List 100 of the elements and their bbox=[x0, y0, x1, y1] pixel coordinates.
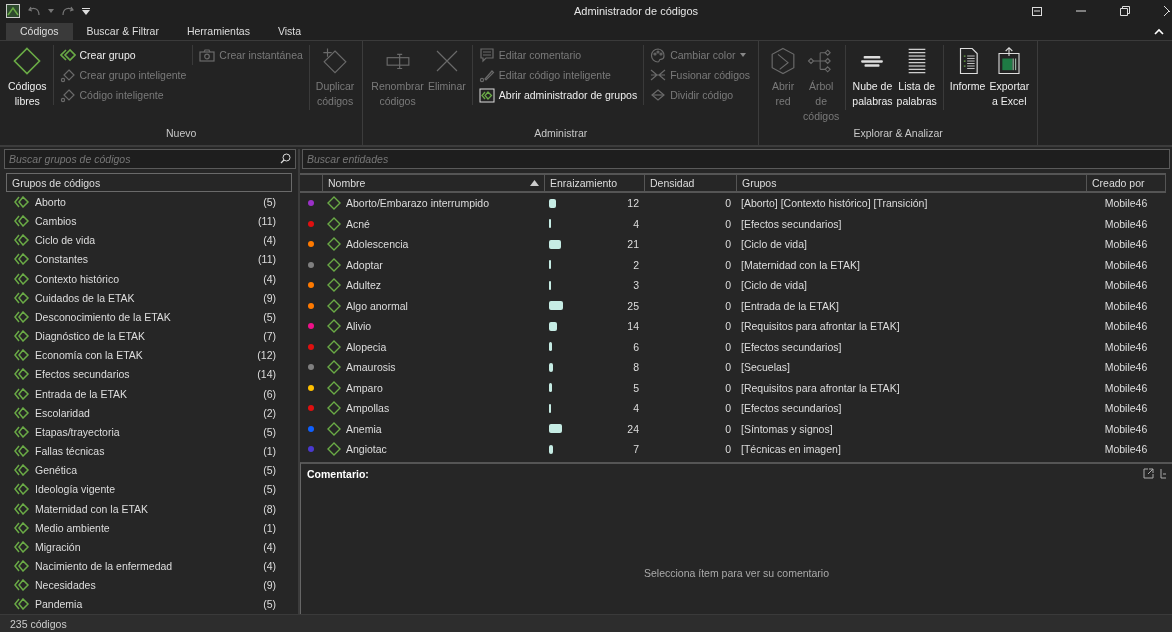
group-count: (5) bbox=[263, 464, 276, 477]
creator-cell-text: Mobile46 bbox=[1103, 443, 1149, 456]
code-group-item[interactable]: Maternidad con la ETAK (8) bbox=[0, 499, 298, 519]
comment-placeholder: Selecciona ítem para ver su comentario bbox=[644, 566, 829, 579]
group-count: (11) bbox=[258, 215, 276, 227]
group-name: Ciclo de vida bbox=[35, 234, 97, 247]
grounded-count: 4 bbox=[633, 217, 639, 230]
code-group-item[interactable]: Constantes (11) bbox=[0, 249, 298, 269]
group-count: (5) bbox=[263, 195, 276, 208]
code-group-item[interactable]: Pandemia (5) bbox=[0, 594, 298, 615]
code-name-cell: Aborto/Embarazo interrumpido bbox=[322, 196, 544, 211]
code-group-item[interactable]: Nacimiento de la enfermedad (4) bbox=[0, 556, 298, 576]
ribbon-button[interactable]: Lista de palabras bbox=[894, 45, 939, 110]
code-group-item[interactable]: Migración (4) bbox=[0, 537, 298, 557]
code-group-item[interactable]: Efectos secundarios (14) bbox=[0, 364, 298, 384]
code-name-cell: Algo anormal bbox=[322, 298, 544, 313]
grounded-count: 5 bbox=[633, 381, 639, 394]
ribbon-button[interactable]: Informe bbox=[947, 45, 988, 110]
search-field[interactable]: Buscar entidades bbox=[302, 149, 1170, 169]
group-count: (6) bbox=[263, 387, 276, 400]
ribbon-button[interactable]: Exportar a Excel bbox=[987, 45, 1032, 110]
density-cell-text: 0 bbox=[724, 361, 732, 374]
column-header[interactable]: Densidad bbox=[644, 175, 736, 191]
code-row[interactable]: Anemia 24 0 [Síntomas y signos] Mobile46 bbox=[300, 418, 1166, 439]
code-group-item[interactable]: Entrada de la ETAK (6) bbox=[0, 383, 298, 404]
group-count: (4) bbox=[263, 272, 276, 285]
group-name: Pandemia bbox=[35, 598, 84, 611]
code-group-item[interactable]: Medio ambiente (1) bbox=[0, 518, 298, 538]
column-header[interactable]: Nombre bbox=[322, 175, 544, 191]
ribbon-button[interactable]: Códigos libres bbox=[6, 45, 49, 110]
code-row[interactable]: Alivio 14 0 [Requisitos para afrontar la ETAK] Mobile46 bbox=[300, 316, 1166, 337]
creator-cell-text: Mobile46 bbox=[1103, 402, 1149, 415]
code-name-cell: Adoptar bbox=[322, 257, 544, 272]
density-cell-text: 0 bbox=[724, 443, 732, 456]
grounded-count: 25 bbox=[627, 299, 639, 312]
ribbon-button[interactable]: Abrir administrador de grupos bbox=[476, 85, 640, 105]
code-group-item[interactable]: Contexto histórico (4) bbox=[0, 268, 298, 289]
code-group-item[interactable]: Economía con la ETAK (12) bbox=[0, 345, 298, 365]
density-cell-text: 0 bbox=[724, 238, 732, 251]
groups-cell-text: [Ciclo de vida] bbox=[740, 238, 808, 251]
code-group-item[interactable]: Desconocimiento de la ETAK (5) bbox=[0, 307, 298, 327]
code-row[interactable]: Algo anormal 25 0 [Entrada de la ETAK] Mobile46 bbox=[300, 295, 1166, 316]
ribbon-group-label: Administrar bbox=[533, 127, 589, 141]
ribbon-button[interactable]: Crear grupo bbox=[57, 45, 189, 65]
code-row[interactable]: Acné 4 0 [Efectos secundarios] Mobile46 bbox=[300, 213, 1166, 234]
groups-cell-text: [Técnicas en imagen] bbox=[740, 443, 842, 456]
code-row[interactable]: Amaurosis 8 0 [Secuelas] Mobile46 bbox=[300, 357, 1166, 378]
column-header[interactable]: Creado por bbox=[1086, 175, 1166, 191]
creator-cell-text: Mobile46 bbox=[1103, 299, 1149, 312]
code-group-item[interactable]: Ideología vigente (5) bbox=[0, 479, 298, 499]
ribbon-group-label: Explorar & Analizar bbox=[852, 127, 944, 141]
code-group-item[interactable]: Escolaridad (2) bbox=[0, 403, 298, 423]
code-name-cell: Ampollas bbox=[322, 401, 544, 416]
group-name: Economía con la ETAK bbox=[35, 349, 144, 362]
code-group-item[interactable]: Cuidados de la ETAK (9) bbox=[0, 288, 298, 308]
creator-cell-text: Mobile46 bbox=[1103, 381, 1149, 394]
group-count: (2) bbox=[263, 406, 276, 419]
comment-label: Comentario: bbox=[307, 467, 369, 480]
code-group-item[interactable]: Diagnóstico de la ETAK (7) bbox=[0, 326, 298, 346]
code-name-cell: Amparo bbox=[322, 380, 544, 395]
code-group-item[interactable]: Genética (5) bbox=[0, 460, 298, 480]
code-row[interactable]: Alopecia 6 0 [Efectos secundarios] Mobile46 bbox=[300, 336, 1166, 357]
code-row[interactable]: Aborto/Embarazo interrumpido 12 0 [Aborto] [Contexto histórico] [Transición] Mobile46 bbox=[300, 193, 1166, 214]
code-group-item[interactable]: Ciclo de vida (4) bbox=[0, 230, 298, 250]
code-group-item[interactable]: Etapas/trayectoria (5) bbox=[0, 422, 298, 442]
code-group-item[interactable]: Necesidades (9) bbox=[0, 575, 298, 595]
group-count: (5) bbox=[263, 310, 276, 323]
code-group-item[interactable]: Fallas técnicas (1) bbox=[0, 441, 298, 461]
group-count: (8) bbox=[263, 502, 276, 515]
group-name: Cuidados de la ETAK bbox=[35, 291, 136, 304]
ribbon-button[interactable]: Nube de palabras bbox=[850, 45, 895, 110]
groups-cell-text: [Requisitos para afrontar la ETAK] bbox=[740, 320, 901, 333]
group-count: (4) bbox=[263, 560, 276, 573]
group-name: Desconocimiento de la ETAK bbox=[35, 310, 172, 323]
ribbon-tab[interactable]: Herramientas bbox=[172, 23, 264, 40]
group-count: (5) bbox=[263, 598, 276, 611]
search-field[interactable]: Buscar grupos de códigos bbox=[4, 149, 296, 169]
group-name: Escolaridad bbox=[35, 406, 91, 419]
code-row[interactable]: Adolescencia 21 0 [Ciclo de vida] Mobile46 bbox=[300, 234, 1166, 255]
grounded-count: 12 bbox=[627, 197, 639, 210]
code-group-item[interactable]: Aborto (5) bbox=[0, 192, 298, 212]
code-row[interactable]: Angiotac 7 0 [Técnicas en imagen] Mobile46 bbox=[300, 439, 1166, 460]
group-name: Efectos secundarios bbox=[35, 368, 131, 381]
groups-cell-text: [Efectos secundarios] bbox=[740, 340, 843, 353]
comment-field[interactable]: Selecciona ítem para ver su comentario bbox=[301, 483, 1172, 614]
code-row[interactable]: Adultez 3 0 [Ciclo de vida] Mobile46 bbox=[300, 275, 1166, 296]
code-row[interactable]: Adoptar 2 0 [Maternidad con la ETAK] Mobile46 bbox=[300, 254, 1166, 275]
code-group-item[interactable]: Cambios (11) bbox=[0, 211, 298, 231]
group-name: Etapas/trayectoria bbox=[35, 425, 121, 438]
code-name-cell: Amaurosis bbox=[322, 360, 544, 375]
column-header[interactable]: Enraizamiento bbox=[544, 175, 644, 191]
ribbon-tab[interactable]: Vista bbox=[263, 23, 316, 40]
creator-cell-text: Mobile46 bbox=[1103, 238, 1149, 251]
column-header[interactable]: Grupos bbox=[736, 175, 1086, 191]
ribbon-tab[interactable]: Buscar & Filtrar bbox=[72, 23, 173, 40]
groups-cell-text: [Ciclo de vida] bbox=[740, 279, 808, 292]
code-row[interactable]: Amparo 5 0 [Requisitos para afrontar la ETAK] Mobile46 bbox=[300, 377, 1166, 398]
group-name: Aborto bbox=[35, 195, 67, 208]
ribbon-tab[interactable]: Códigos bbox=[6, 23, 73, 40]
code-row[interactable]: Ampollas 4 0 [Efectos secundarios] Mobile46 bbox=[300, 398, 1166, 419]
